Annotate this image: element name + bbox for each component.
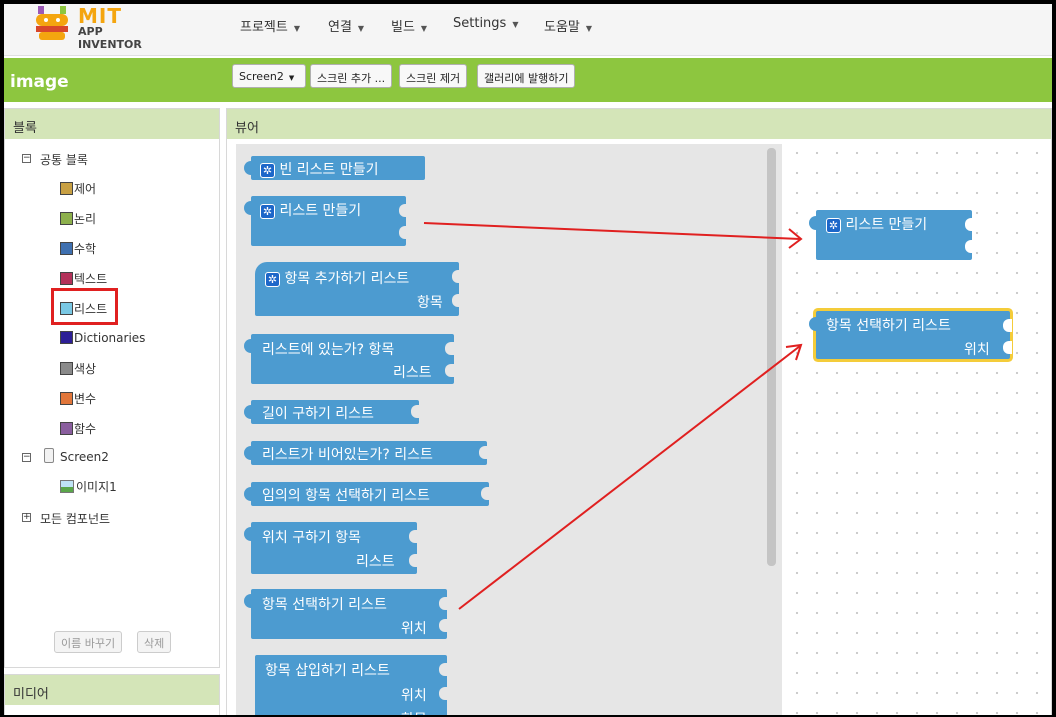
app-window: MIT APP INVENTOR 프로젝트 ▼ 연결 ▼ 빌드 ▼ Settings ▼…	[4, 4, 1052, 715]
arrow-line	[423, 222, 801, 240]
annotation-arrows	[423, 222, 803, 610]
arrow-line	[458, 345, 801, 610]
